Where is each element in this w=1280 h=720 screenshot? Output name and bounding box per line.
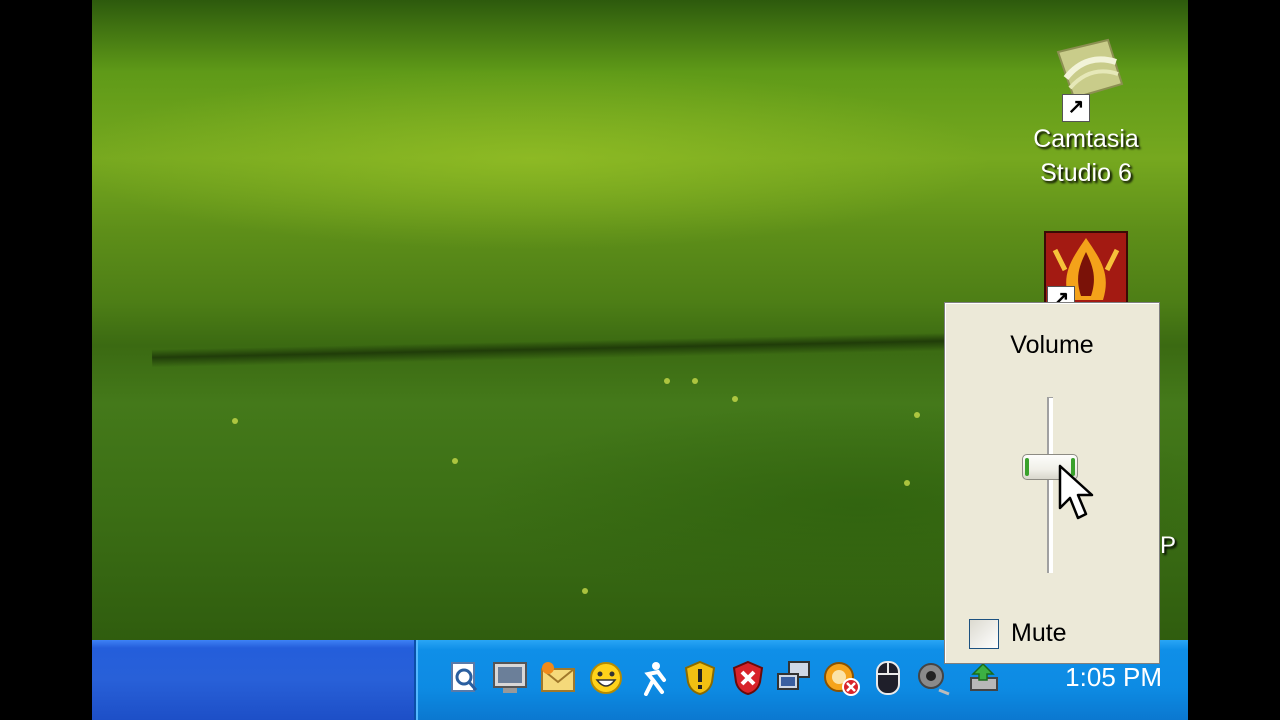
game-shortcut-icon: ↗	[1041, 230, 1131, 314]
wallpaper-dot	[232, 418, 238, 424]
wallpaper-dot	[732, 396, 738, 402]
search-doc-icon[interactable]	[444, 658, 484, 698]
mouse-cursor-icon	[1058, 464, 1094, 529]
aim-runner-icon[interactable]	[634, 658, 674, 698]
wallpaper-dot	[582, 588, 588, 594]
webcam-icon[interactable]	[914, 658, 954, 698]
volume-slider-track[interactable]	[1047, 397, 1053, 573]
volume-title: Volume	[1010, 331, 1094, 359]
mail-icon[interactable]	[538, 658, 578, 698]
network-icon[interactable]	[774, 658, 814, 698]
monitor-icon[interactable]	[490, 658, 530, 698]
safely-remove-icon[interactable]	[964, 658, 1004, 698]
shortcut-arrow-icon: ↗	[1062, 94, 1090, 122]
volume-popup[interactable]: Volume Mute	[944, 302, 1160, 664]
wallpaper-detail	[151, 330, 1053, 368]
wallpaper-dot	[692, 378, 698, 384]
desktop-icon-camtasia[interactable]: ↗ Camtasia Studio 6	[1016, 38, 1156, 190]
wallpaper-dot	[664, 378, 670, 384]
wallpaper-dot	[914, 412, 920, 418]
partial-desktop-label: P	[1160, 532, 1177, 559]
mute-checkbox[interactable]	[969, 619, 999, 649]
desktop-icon-label: Camtasia Studio 6	[1033, 125, 1139, 187]
antivirus-shield-icon[interactable]	[728, 658, 768, 698]
wallpaper-dot	[452, 458, 458, 464]
smiley-messenger-icon[interactable]	[586, 658, 626, 698]
mute-label: Mute	[1011, 619, 1067, 647]
mouse-icon[interactable]	[868, 658, 908, 698]
security-shield-icon[interactable]	[680, 658, 720, 698]
clock[interactable]: 1:05 PM	[1065, 662, 1162, 693]
connection-error-icon[interactable]	[822, 658, 862, 698]
wallpaper-dot	[904, 480, 910, 486]
camtasia-icon: ↗	[1046, 38, 1126, 122]
desktop-icon-game[interactable]: ↗	[1016, 230, 1156, 314]
